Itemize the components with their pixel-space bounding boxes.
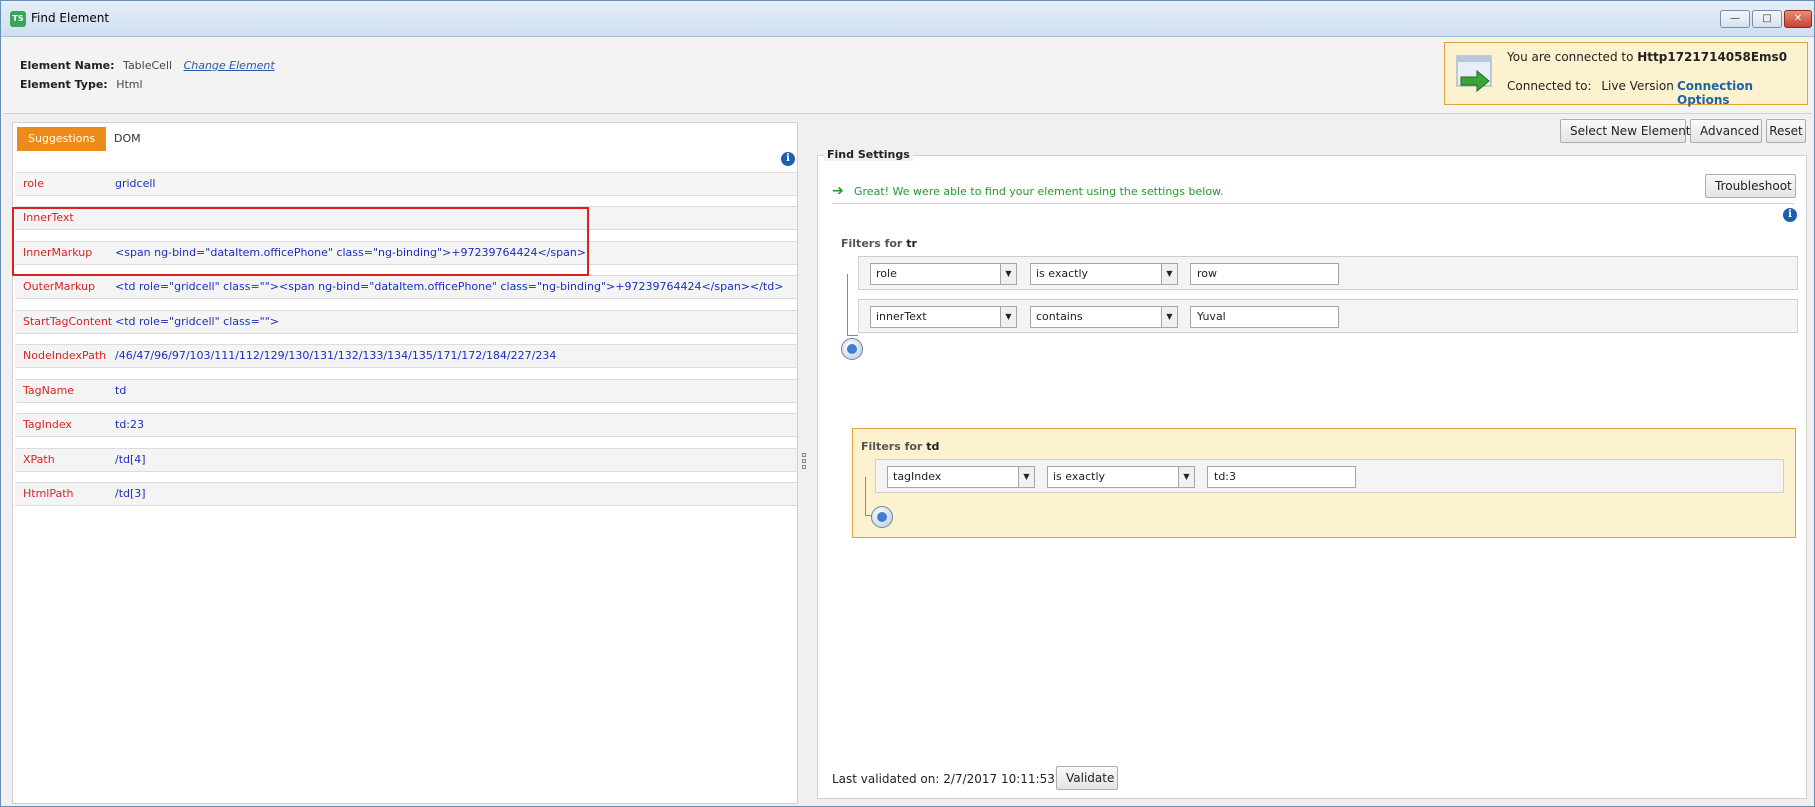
filters-for-tr-label: Filters for tr [841,237,917,250]
filter-row: tagIndex ▼ is exactly ▼ td:3 [875,459,1784,493]
validate-button[interactable]: Validate [1056,766,1118,790]
filter-property-select[interactable]: innerText ▼ [870,306,1017,328]
add-filter-icon[interactable] [871,506,893,528]
tree-connector [847,274,858,336]
filter-value-input[interactable]: td:3 [1207,466,1356,488]
element-type-row: Element Type: Html [20,78,143,91]
close-icon[interactable]: ✕ [1784,10,1812,28]
filters-tag-td: td [926,440,940,453]
title-bar: TS Find Element — □ ✕ [1,1,1814,37]
property-row[interactable]: TagName td [15,379,797,403]
property-name: OuterMarkup [23,280,95,293]
tab-dom[interactable]: DOM [103,127,152,151]
property-value: /td[4] [115,453,146,466]
find-settings-group: Find Settings ➔ Great! We were able to f… [817,148,1807,799]
success-message-row: ➔ Great! We were able to find your eleme… [832,176,1794,204]
find-element-window: TS Find Element — □ ✕ Element Name: Tabl… [0,0,1815,807]
app-icon: TS [10,11,26,27]
chevron-down-icon: ▼ [1161,264,1177,284]
chevron-down-icon: ▼ [1018,467,1034,487]
filter-operator-select[interactable]: is exactly ▼ [1047,466,1195,488]
filter-property-select[interactable]: role ▼ [870,263,1017,285]
connected-to-label: Connected to: [1507,79,1592,93]
change-element-link[interactable]: Change Element [184,59,275,72]
element-type-label: Element Type: [20,78,108,91]
tab-suggestions[interactable]: Suggestions [17,127,107,151]
property-name: role [23,177,44,190]
property-row[interactable]: role gridcell [15,172,797,196]
connection-target-line: You are connected to Http1721714058Ems0 [1507,50,1787,64]
filter-value-input[interactable]: Yuval [1190,306,1339,328]
property-name: NodeIndexPath [23,349,107,362]
property-row[interactable]: HtmlPath /td[3] [15,482,797,506]
minimize-icon[interactable]: — [1720,10,1750,28]
property-name: StartTagContent [23,315,113,328]
property-value: td [115,384,127,397]
property-name: TagName [23,384,75,397]
element-type-value: Html [116,78,143,91]
filter-row: innerText ▼ contains ▼ Yuval [858,299,1798,333]
property-value: <td role="gridcell" class=""> [115,315,280,328]
element-name-value: TableCell [123,59,173,72]
success-message: Great! We were able to find your element… [854,185,1224,198]
property-row[interactable]: NodeIndexPath /46/47/96/97/103/111/112/1… [15,344,797,368]
reset-button[interactable]: Reset [1766,119,1806,143]
property-name: HtmlPath [23,487,74,500]
connection-version-line: Connected to: Live Version [1507,79,1674,93]
property-name: XPath [23,453,55,466]
property-row[interactable]: OuterMarkup <td role="gridcell" class=""… [15,275,797,299]
property-value: /46/47/96/97/103/111/112/129/130/131/132… [115,349,557,362]
chevron-down-icon: ▼ [1000,307,1016,327]
property-name: TagIndex [23,418,72,431]
highlight-rectangle [12,207,589,276]
advanced-button[interactable]: Advanced [1690,119,1762,143]
filter-property-select[interactable]: tagIndex ▼ [887,466,1035,488]
info-icon[interactable]: i [781,152,795,166]
filter-value-input[interactable]: row [1190,263,1339,285]
connection-options-link[interactable]: Connection Options [1677,79,1807,107]
filters-for-td-label: Filters for td [861,440,940,453]
last-validated-text: Last validated on: 2/7/2017 10:11:53 AM [832,772,1078,786]
troubleshoot-button[interactable]: Troubleshoot [1705,174,1796,198]
property-value: gridcell [115,177,156,190]
filter-operator-select[interactable]: is exactly ▼ [1030,263,1178,285]
property-value: td:23 [115,418,144,431]
add-filter-icon[interactable] [841,338,863,360]
property-row[interactable]: TagIndex td:23 [15,413,797,437]
info-icon[interactable]: i [1783,208,1797,222]
find-settings-panel: Select New Element Advanced Reset Find S… [807,119,1810,804]
connection-prefix: You are connected to [1507,50,1634,64]
td-filters-block: Filters for td tagIndex ▼ is exactly ▼ t… [852,428,1796,538]
chevron-down-icon: ▼ [1178,467,1194,487]
chevron-down-icon: ▼ [1161,307,1177,327]
chevron-down-icon: ▼ [1000,264,1016,284]
maximize-icon[interactable]: □ [1752,10,1782,28]
connection-icon [1456,55,1492,93]
filter-operator-select[interactable]: contains ▼ [1030,306,1178,328]
window-title: Find Element [31,11,110,25]
connection-status-box: You are connected to Http1721714058Ems0 … [1444,42,1808,107]
connection-target: Http1721714058Ems0 [1637,50,1788,64]
property-value: <td role="gridcell" class=""><span ng-bi… [115,280,784,293]
filter-row: role ▼ is exactly ▼ row [858,256,1798,290]
select-new-element-button[interactable]: Select New Element [1560,119,1691,143]
element-name-row: Element Name: TableCell Change Element [20,59,275,72]
connected-to-value: Live Version [1601,79,1674,93]
find-settings-legend: Find Settings [824,148,913,161]
element-name-label: Element Name: [20,59,115,72]
filters-tag-tr: tr [906,237,917,250]
success-arrow-icon: ➔ [832,183,844,199]
property-row[interactable]: StartTagContent <td role="gridcell" clas… [15,310,797,334]
property-value: /td[3] [115,487,146,500]
property-row[interactable]: XPath /td[4] [15,448,797,472]
